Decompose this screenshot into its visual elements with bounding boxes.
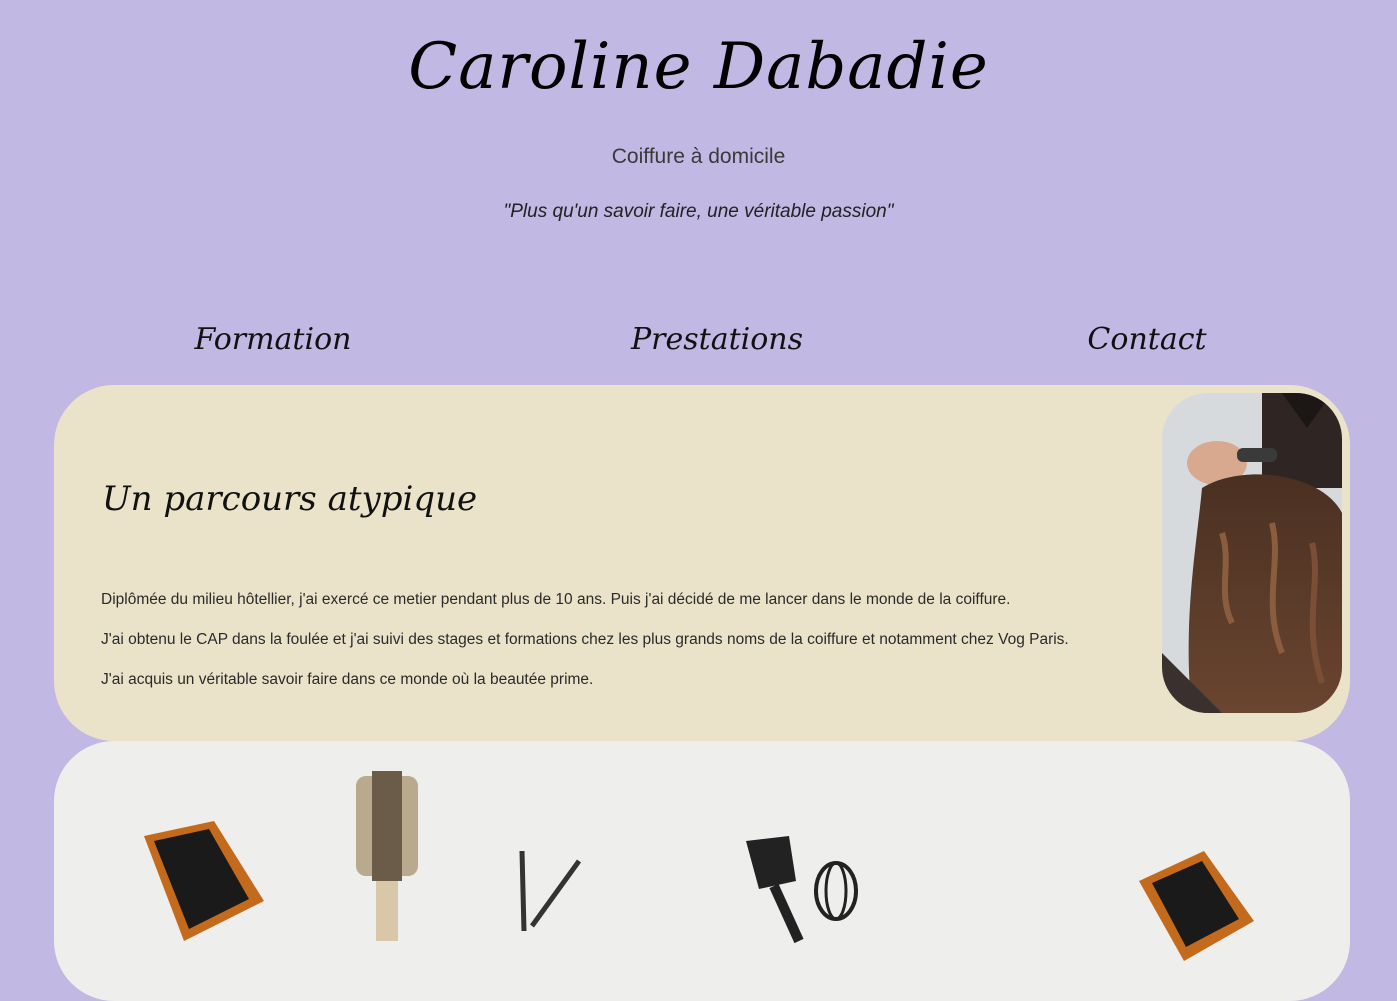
main-nav: Formation Prestations Contact [0,322,1397,372]
round-brush-icon [356,771,418,941]
scissors-icon [519,850,582,932]
about-paragraph: J'ai obtenu le CAP dans la foulée et j'a… [101,631,1069,648]
nav-item-prestations[interactable]: Prestations [567,322,867,357]
nav-item-contact[interactable]: Contact [997,322,1297,357]
about-heading: Un parcours atypique [102,479,478,519]
about-paragraph: J'ai acquis un véritable savoir faire da… [101,671,594,688]
site-tagline: "Plus qu'un savoir faire, une véritable … [503,201,894,222]
site-title: Caroline Dabadie [408,30,989,104]
hairdresser-photo [1162,393,1342,713]
tools-banner [54,741,1350,1001]
hair-brush-icon [1139,851,1254,961]
about-section: Un parcours atypique Diplômée du milieu … [54,385,1350,741]
hair-brush-icon [144,821,264,941]
whisk-icon [814,861,858,921]
nav-item-formation[interactable]: Formation [123,322,423,357]
dye-brush-icon [746,836,804,944]
about-paragraph: Diplômée du milieu hôtellier, j'ai exerc… [101,591,1011,608]
site-subtitle: Coiffure à domicile [611,145,786,168]
